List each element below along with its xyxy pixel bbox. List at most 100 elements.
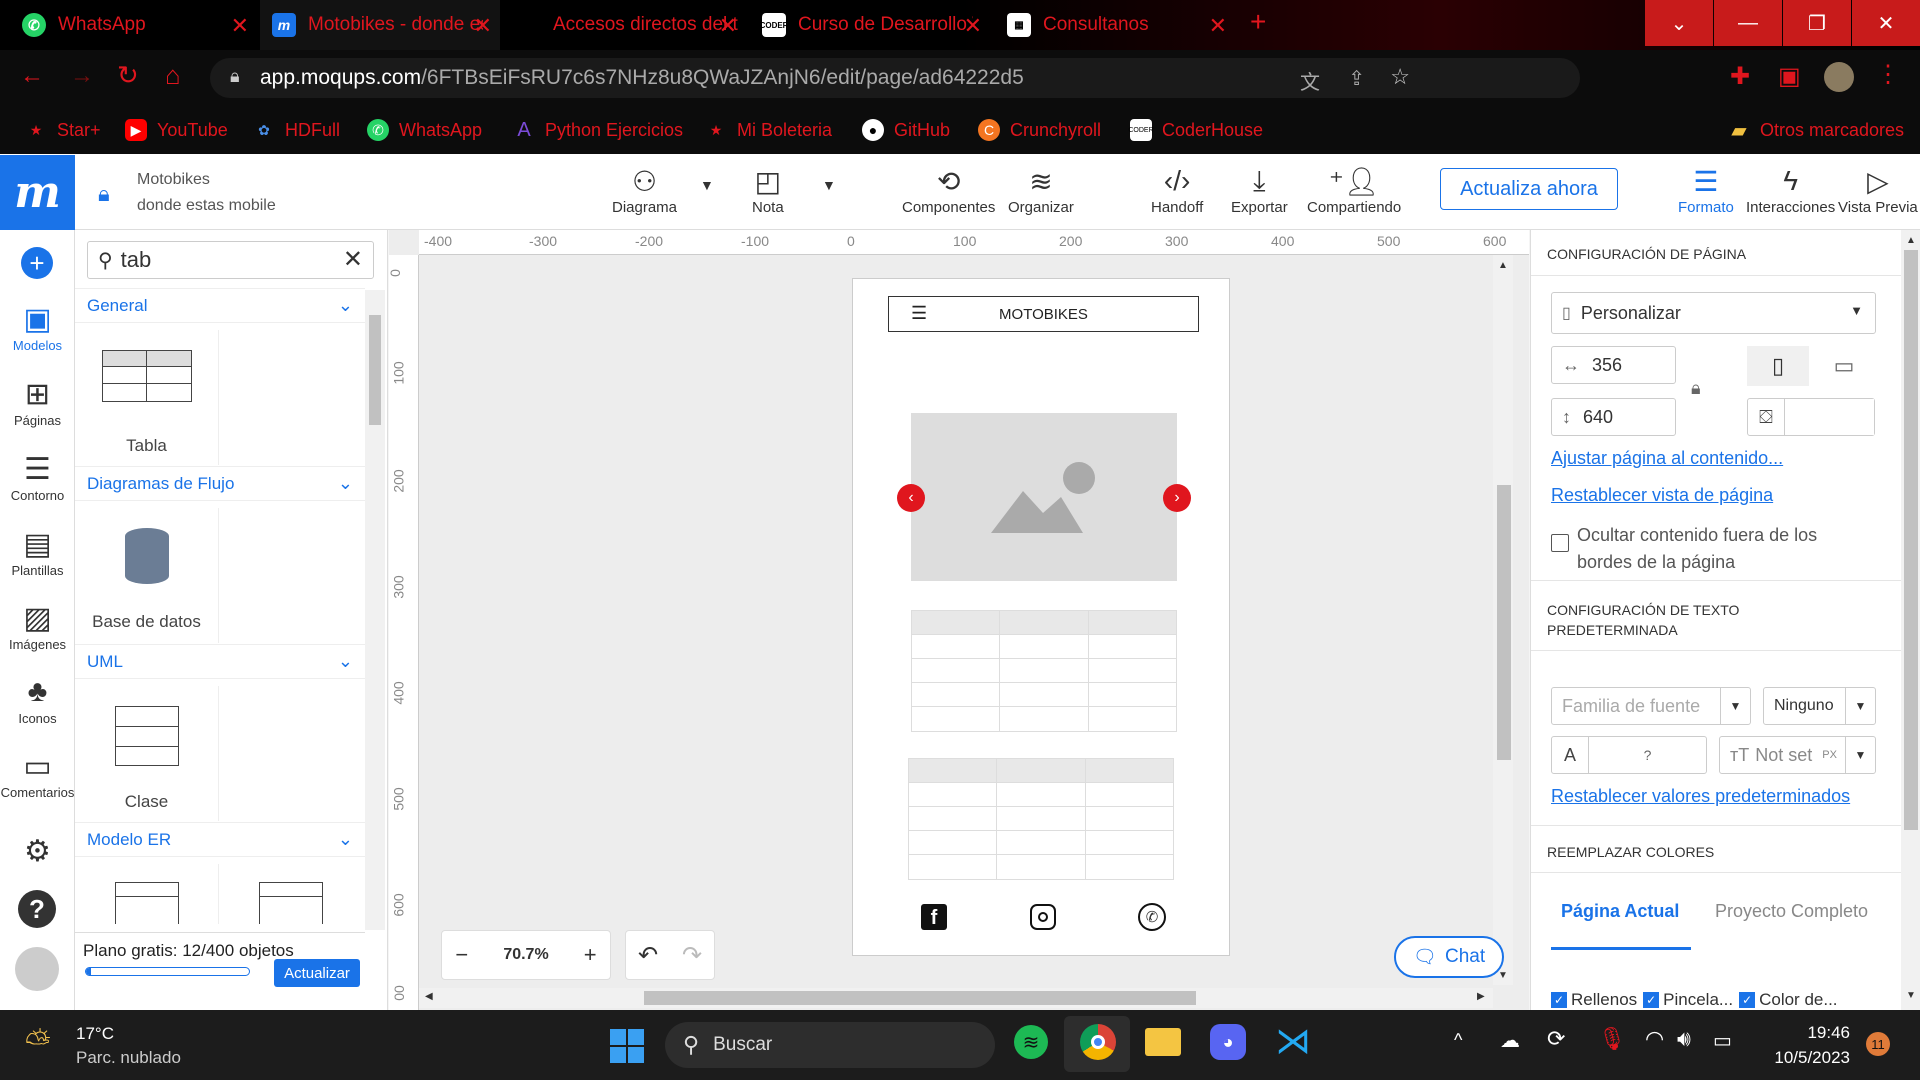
reload-icon[interactable]: ↻ <box>117 60 139 91</box>
menu-icon[interactable]: ⋮ <box>1876 60 1900 89</box>
panel-scrollbar[interactable] <box>365 290 385 930</box>
chrome-icon[interactable] <box>1080 1024 1116 1060</box>
zoom-out-button[interactable]: − <box>442 942 482 968</box>
rail-item-contorno[interactable]: ☰ Contorno <box>0 450 75 504</box>
spotify-icon[interactable]: ≋ <box>1014 1025 1048 1059</box>
stencil-database[interactable]: Base de datos <box>75 508 219 643</box>
mockup-page[interactable]: ☰ MOTOBIKES ‹ › f ✆ <box>852 278 1230 956</box>
bookmark-star-plus[interactable]: ★ Star+ <box>25 106 101 154</box>
page-fill-color[interactable]: ⛋ <box>1747 398 1875 436</box>
tab-consultanos[interactable]: ▦ Consultanos ✕ <box>995 0 1235 50</box>
tab-current-page[interactable]: Página Actual <box>1551 898 1691 950</box>
arrange-button[interactable]: ≋ Organizar <box>1008 163 1074 217</box>
mockup-header[interactable]: ☰ MOTOBIKES <box>888 296 1199 332</box>
carousel-next-button[interactable]: › <box>1163 484 1191 512</box>
tab-moqups[interactable]: m Motobikes - donde estas ✕ <box>260 0 500 50</box>
close-icon[interactable]: ✕ <box>474 13 492 39</box>
bookmark-python[interactable]: A Python Ejercicios <box>513 106 683 154</box>
note-dropdown-icon[interactable]: ▼ <box>822 177 836 193</box>
notification-badge[interactable]: 11 <box>1866 1032 1890 1056</box>
upgrade-button[interactable]: Actualizar <box>274 959 360 987</box>
bookmark-crunchyroll[interactable]: C Crunchyroll <box>978 106 1101 154</box>
weather-widget[interactable]: 17°C Parc. nublado <box>76 1022 181 1070</box>
start-button[interactable] <box>610 1029 644 1063</box>
font-weight-select[interactable]: Ninguno ▼ <box>1763 687 1876 725</box>
tab-search-button[interactable]: ⌄ <box>1645 0 1713 46</box>
canvas-area[interactable]: -400 -300 -200 -100 0 100 200 300 400 50… <box>387 230 1529 1010</box>
fit-to-content-link[interactable]: Ajustar página al contenido... <box>1551 448 1783 469</box>
scroll-up-icon[interactable]: ▲ <box>1498 260 1508 271</box>
bookmark-youtube[interactable]: ▶ YouTube <box>125 106 228 154</box>
volume-icon[interactable]: 🔊︎ <box>1677 1026 1691 1052</box>
bookmark-others[interactable]: ▰ Otros marcadores <box>1728 106 1904 154</box>
tab-whatsapp[interactable]: ✆ WhatsApp ✕ <box>22 0 257 50</box>
zoom-level[interactable]: 70.7% <box>482 946 571 964</box>
zoom-in-button[interactable]: + <box>570 942 610 968</box>
translate-icon[interactable]: 文 <box>1300 66 1320 95</box>
url-bar[interactable]: 🔒︎ app.moqups.com/6FTBsEiFsRU7c6s7NHz8u8… <box>210 58 1580 98</box>
font-size-input[interactable]: ᴛT Not set PX ▼ <box>1719 736 1876 774</box>
stencil-er-entity[interactable] <box>219 864 363 924</box>
lock-icon[interactable]: 🔒︎ <box>98 181 110 207</box>
portrait-button[interactable]: ▯ <box>1747 346 1809 386</box>
star-icon[interactable]: ☆ <box>1390 64 1410 90</box>
hide-outside-checkbox[interactable] <box>1551 534 1569 552</box>
handoff-button[interactable]: ‹/› Handoff <box>1151 163 1203 216</box>
rail-item-plantillas[interactable]: ▤ Plantillas <box>0 525 75 579</box>
rail-item-comentarios[interactable]: ▭ Comentarios <box>0 747 75 801</box>
scroll-right-icon[interactable]: ▶ <box>1477 991 1485 1002</box>
chevron-up-icon[interactable]: ^ <box>1454 1030 1462 1051</box>
scroll-thumb[interactable] <box>369 315 381 425</box>
upgrade-now-button[interactable]: Actualiza ahora <box>1440 168 1618 210</box>
moqups-logo[interactable]: m <box>0 155 75 230</box>
discord-icon[interactable]: ◕ <box>1210 1024 1246 1060</box>
tab-whole-project[interactable]: Proyecto Completo <box>1705 898 1875 950</box>
clock[interactable]: 19:46 10/5/2023 <box>1760 1020 1850 1070</box>
taskbar-search[interactable]: ⚲ Buscar <box>665 1022 995 1068</box>
strokes-option[interactable]: ✓ Pincela... <box>1643 990 1733 1010</box>
width-input[interactable]: ↔ 356 <box>1551 346 1676 384</box>
chat-button[interactable]: 🗨︎ Chat <box>1394 936 1504 978</box>
share-icon[interactable]: ⇪ <box>1348 66 1365 91</box>
landscape-button[interactable]: ▭ <box>1813 346 1875 386</box>
canvas-hscrollbar[interactable]: ◀ ▶ <box>419 988 1493 1008</box>
text-color-option[interactable]: ✓ Color de... <box>1739 990 1838 1010</box>
bookmark-boleteria[interactable]: ★ Mi Boleteria <box>705 106 832 154</box>
maximize-button[interactable]: ❐ <box>1783 0 1851 46</box>
help-icon[interactable]: ? <box>18 890 56 928</box>
page-size-select[interactable]: ▯ Personalizar ▼ <box>1551 292 1876 334</box>
close-icon[interactable]: ✕ <box>1209 13 1227 39</box>
format-scrollbar[interactable]: ▲ ▼ <box>1901 230 1920 1010</box>
bookmark-hdfull[interactable]: ✿ HDFull <box>253 106 340 154</box>
scroll-thumb[interactable] <box>1497 485 1511 760</box>
instagram-icon[interactable] <box>1030 904 1056 930</box>
fills-option[interactable]: ✓ Rellenos <box>1551 990 1637 1010</box>
sidepanel-icon[interactable]: ▣ <box>1778 62 1801 91</box>
format-button[interactable]: ☰ Formato <box>1678 163 1734 217</box>
font-color-input[interactable]: A ? <box>1551 736 1707 774</box>
tab-curso[interactable]: CODER Curso de Desarrollo Web ✕ <box>750 0 990 50</box>
settings-button[interactable]: ⚙ <box>0 832 75 870</box>
mockup-table-2[interactable] <box>908 758 1174 880</box>
project-title[interactable]: Motobikes donde estas mobile <box>137 167 276 219</box>
close-window-button[interactable]: ✕ <box>1852 0 1920 46</box>
image-placeholder[interactable] <box>911 413 1177 581</box>
add-button[interactable]: + <box>21 247 53 279</box>
close-icon[interactable]: ✕ <box>231 13 249 39</box>
weather-icon[interactable]: ⛅︎ <box>25 1024 51 1062</box>
note-button[interactable]: ◰ Nota <box>752 163 784 217</box>
scroll-left-icon[interactable]: ◀ <box>425 991 433 1002</box>
facebook-icon[interactable]: f <box>921 904 947 930</box>
scroll-thumb[interactable] <box>1904 250 1918 830</box>
onedrive-icon[interactable]: ☁ <box>1500 1028 1520 1053</box>
section-er[interactable]: Modelo ER ⌄ <box>75 822 365 857</box>
export-button[interactable]: ⤓ Exportar <box>1231 163 1288 217</box>
vscode-icon[interactable]: ⋊ <box>1275 1020 1311 1062</box>
components-button[interactable]: ⟲ Componentes <box>902 163 995 217</box>
aspect-lock-icon[interactable]: 🔒︎ <box>1691 378 1701 399</box>
preview-button[interactable]: ▷ Vista Previa <box>1838 163 1918 217</box>
share-button[interactable]: ⁺👤︎ Compartiendo <box>1307 163 1401 217</box>
close-icon[interactable]: ✕ <box>719 13 737 39</box>
interactions-button[interactable]: ϟ Interacciones <box>1746 163 1835 216</box>
whatsapp-icon[interactable]: ✆ <box>1138 903 1166 931</box>
